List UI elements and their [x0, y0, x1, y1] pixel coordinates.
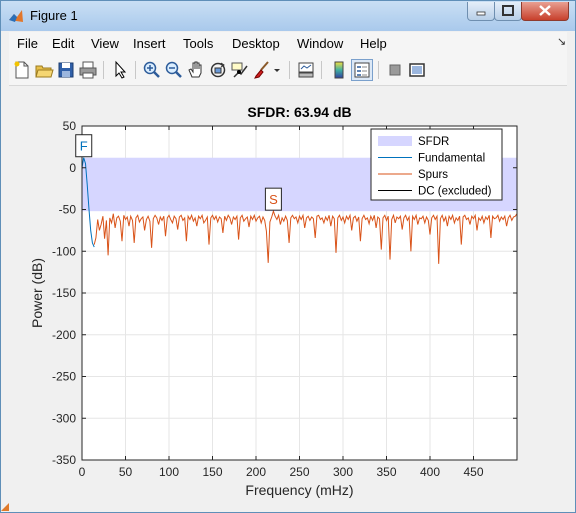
menu-bar: File Edit View Insert Tools Desktop Wind… [9, 32, 567, 55]
y-tick-label: -100 [52, 244, 76, 258]
menu-dock-arrow-icon[interactable]: ↘ [557, 35, 566, 48]
y-axis-label: Power (dB) [29, 258, 45, 328]
zoom-out-icon[interactable] [164, 60, 184, 80]
new-figure-icon[interactable] [12, 60, 32, 80]
maximize-icon [502, 5, 514, 16]
menu-window[interactable]: Window [297, 36, 343, 51]
toolbar-separator [103, 61, 104, 79]
menu-edit[interactable]: Edit [52, 36, 74, 51]
toolbar-separator [378, 61, 379, 79]
menu-file[interactable]: File [17, 36, 38, 51]
minimize-button[interactable] [467, 2, 495, 21]
menu-desktop[interactable]: Desktop [232, 36, 280, 51]
save-figure-icon[interactable] [56, 60, 76, 80]
figure-canvas: 0 50 100 150 200 250 300 350 400 450 50 0 -50 -100 -15… [9, 86, 567, 506]
x-tick-label: 150 [202, 465, 222, 479]
x-tick-label: 350 [376, 465, 396, 479]
data-cursor-icon[interactable] [230, 60, 250, 80]
open-file-icon[interactable] [34, 60, 54, 80]
resize-grip-icon[interactable] [1, 501, 9, 511]
x-tick-label: 450 [463, 465, 483, 479]
y-tick-label: -150 [52, 286, 76, 300]
marker-label-f: F [80, 139, 88, 154]
x-tick-label: 250 [289, 465, 309, 479]
toolbar-separator [289, 61, 290, 79]
maximize-button[interactable] [494, 2, 522, 21]
y-tick-label: 0 [69, 161, 76, 175]
close-button[interactable] [521, 2, 569, 21]
pan-hand-icon[interactable] [186, 60, 206, 80]
hide-plot-tools-icon[interactable] [385, 60, 405, 80]
close-icon [539, 5, 551, 16]
zoom-in-icon[interactable] [142, 60, 162, 80]
y-tick-label: 50 [63, 119, 77, 133]
legend-swatch-sfdr [378, 136, 412, 146]
rotate-3d-icon[interactable] [208, 60, 228, 80]
insert-colorbar-icon[interactable] [329, 60, 349, 80]
legend-entry-spurs: Spurs [418, 169, 448, 181]
figure-toolbar [9, 55, 567, 86]
x-tick-label: 0 [79, 465, 86, 479]
print-figure-icon[interactable] [78, 60, 98, 80]
menu-help[interactable]: Help [360, 36, 387, 51]
figure-window: Figure 1 File Edit View Insert Tools Des… [0, 0, 576, 513]
menu-view[interactable]: View [91, 36, 119, 51]
insert-legend-icon[interactable] [351, 59, 373, 81]
y-tick-label: -200 [52, 328, 76, 342]
marker-label-s: S [269, 192, 278, 207]
toolbar-separator [321, 61, 322, 79]
menu-insert[interactable]: Insert [133, 36, 166, 51]
x-axis-label: Frequency (mHz) [245, 482, 353, 498]
y-tick-label: -300 [52, 411, 76, 425]
minimize-icon [476, 11, 486, 16]
edit-plot-arrow-icon[interactable] [110, 60, 130, 80]
title-bar[interactable]: Figure 1 [1, 1, 575, 31]
legend-entry-dc-excluded-: DC (excluded) [418, 186, 492, 198]
sfdr-plot[interactable]: 0 50 100 150 200 250 300 350 400 450500-50-100-15… [9, 86, 567, 506]
x-tick-label: 400 [420, 465, 440, 479]
window-title: Figure 1 [30, 8, 78, 23]
show-plot-tools-icon[interactable] [407, 60, 427, 80]
brush-icon[interactable] [252, 60, 272, 80]
x-tick-label: 300 [333, 465, 353, 479]
matlab-app-icon [9, 10, 23, 22]
legend-entry-sfdr: SFDR [418, 136, 449, 148]
brush-dropdown-icon[interactable] [272, 60, 282, 80]
x-tick-label: 100 [159, 465, 179, 479]
y-tick-label: -250 [52, 370, 76, 384]
legend-entry-fundamental: Fundamental [418, 153, 485, 165]
chart-title: SFDR: 63.94 dB [247, 104, 351, 120]
y-tick-label: -350 [52, 453, 76, 467]
x-tick-label: 50 [119, 465, 133, 479]
link-plot-icon[interactable] [296, 60, 316, 80]
toolbar-separator [135, 61, 136, 79]
menu-tools[interactable]: Tools [183, 36, 213, 51]
y-tick-label: -50 [59, 203, 77, 217]
x-tick-label: 200 [246, 465, 266, 479]
